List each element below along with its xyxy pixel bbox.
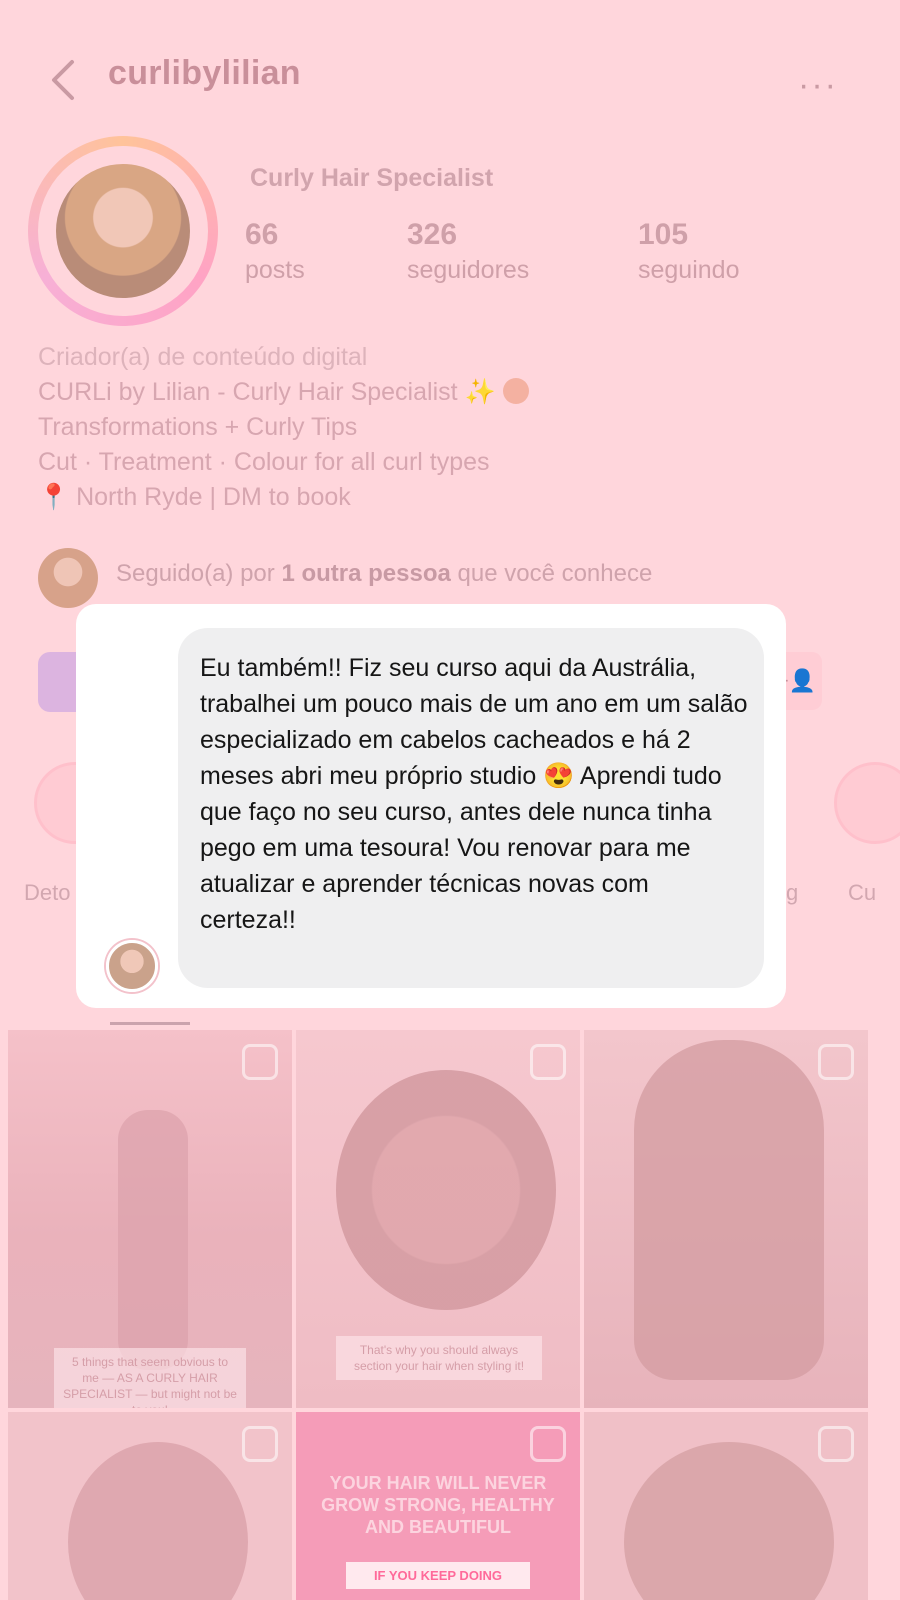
reel-icon — [242, 1426, 278, 1462]
post-long-curls — [634, 1040, 824, 1380]
bio-line-3: Cut · Treatment · Colour for all curl ty… — [38, 448, 490, 476]
bio-line-4: 📍 North Ryde | DM to book — [38, 480, 529, 515]
highlight-left-label: Deto — [24, 880, 71, 905]
stat-followers-label: seguidores — [407, 256, 530, 284]
message-bubble[interactable]: Eu também!! Fiz seu curso aqui da Austrá… — [178, 628, 764, 988]
poster-headline: YOUR HAIR WILL NEVER GROW STRONG, HEALTH… — [321, 1473, 555, 1537]
avatar-photo — [56, 164, 190, 298]
stat-posts-value: 66 — [245, 218, 279, 251]
poster-subline: IF YOU KEEP DOING — [346, 1562, 530, 1589]
highlight-right[interactable] — [834, 762, 900, 844]
stat-posts[interactable]: 66 posts — [245, 218, 305, 285]
location-pin-icon: 📍 — [38, 483, 70, 511]
sender-avatar[interactable] — [106, 940, 158, 992]
post-caption: That's why you should always section you… — [336, 1336, 542, 1380]
bio-line-1: CURLi by Lilian - Curly Hair Specialist … — [38, 375, 529, 410]
stat-followers-value: 326 — [407, 218, 458, 251]
post-thumbnail[interactable] — [584, 1412, 868, 1600]
stat-posts-label: posts — [245, 256, 305, 284]
profile-username: curlibylilian — [108, 54, 301, 92]
highlight-partial-label: g — [786, 880, 799, 905]
back-icon[interactable] — [46, 58, 86, 102]
mutual-follower-avatar[interactable] — [38, 548, 98, 608]
reel-icon — [242, 1044, 278, 1080]
post-thumbnail[interactable]: 5 things that seem obvious to me — AS A … — [8, 1030, 292, 1408]
highlight-right-label: Cu — [848, 880, 877, 905]
post-portrait — [68, 1442, 248, 1600]
post-thumbnail[interactable]: YOUR HAIR WILL NEVER GROW STRONG, HEALTH… — [296, 1412, 580, 1600]
profile-avatar[interactable] — [28, 136, 218, 326]
sparkles-icon: ✨ — [464, 378, 496, 406]
more-options-icon[interactable]: ··· — [798, 66, 838, 105]
dm-message-card: Eu também!! Fiz seu curso aqui da Austrá… — [76, 604, 786, 1008]
stat-following[interactable]: 105 seguindo — [638, 218, 739, 285]
followed-by-count: 1 outra pessoa — [281, 560, 451, 587]
stat-following-value: 105 — [638, 218, 689, 251]
bio-line-4-text: North Ryde | DM to book — [76, 483, 351, 511]
bio-line-2: Transformations + Curly Tips — [38, 413, 358, 441]
heart-eyes-emoji-icon — [502, 378, 529, 404]
post-curls-back — [624, 1442, 834, 1600]
followed-by-prefix: Seguido(a) por — [116, 560, 282, 587]
stat-following-label: seguindo — [638, 256, 740, 284]
post-caption: 5 things that seem obvious to me — AS A … — [54, 1348, 246, 1408]
followed-by-suffix: que você conhece — [450, 560, 653, 587]
post-thumbnail[interactable] — [584, 1030, 868, 1408]
stat-followers[interactable]: 326 seguidores — [407, 218, 529, 285]
message-text: Eu também!! Fiz seu curso aqui da Austrá… — [200, 654, 748, 934]
profile-page: curlibylilian ··· Curly Hair Specialist … — [0, 0, 900, 1600]
reel-icon — [530, 1426, 566, 1462]
profile-bio: Criador(a) de conteúdo digital CURLi by … — [38, 340, 529, 515]
avatar-ring — [38, 146, 208, 316]
post-thumbnail[interactable] — [8, 1412, 292, 1600]
grid-tab-indicator — [110, 1022, 190, 1025]
reel-icon — [530, 1044, 566, 1080]
followed-by-text[interactable]: Seguido(a) por 1 outra pessoa que você c… — [116, 560, 652, 588]
post-thumbnail[interactable]: That's why you should always section you… — [296, 1030, 580, 1408]
reel-icon — [818, 1044, 854, 1080]
post-curls — [336, 1070, 556, 1310]
display-name: Curly Hair Specialist — [250, 164, 494, 192]
bio-category: Criador(a) de conteúdo digital — [38, 343, 368, 371]
reel-icon — [818, 1426, 854, 1462]
post-figure — [118, 1110, 188, 1370]
bio-line-1-text: CURLi by Lilian - Curly Hair Specialist — [38, 378, 458, 406]
